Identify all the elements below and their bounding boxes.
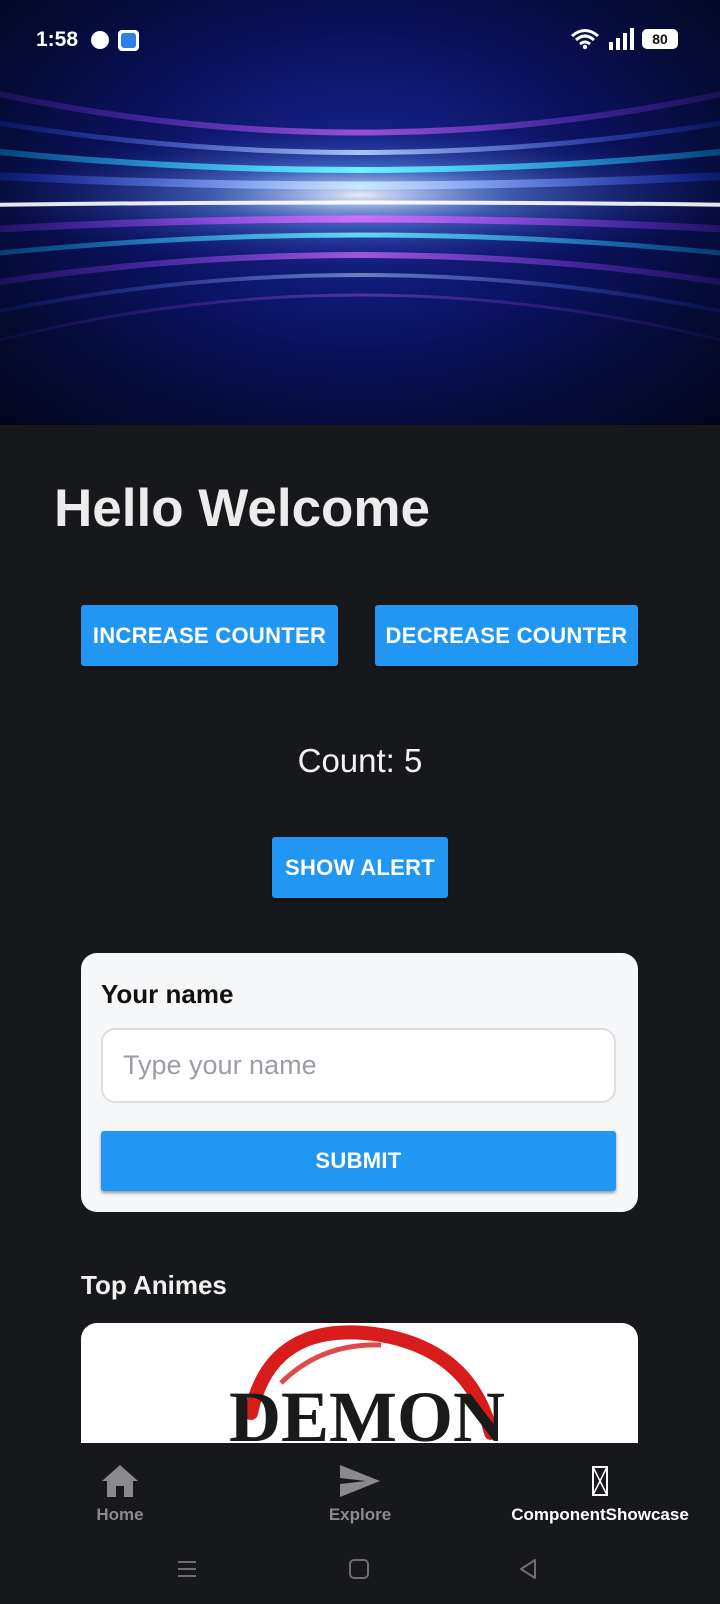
- decrease-counter-button[interactable]: DECREASE COUNTER: [375, 605, 638, 666]
- app-icon: [118, 30, 139, 51]
- home-square-icon[interactable]: [347, 1557, 371, 1581]
- send-icon: [340, 1465, 380, 1497]
- anime-logo-text: DEMON: [229, 1377, 505, 1443]
- status-time: 1:58: [36, 28, 79, 51]
- increase-counter-button[interactable]: INCREASE COUNTER: [81, 605, 338, 666]
- signal-icon: [609, 28, 634, 50]
- home-icon: [102, 1465, 138, 1497]
- tab-componentshowcase-label: ComponentShowcase: [511, 1505, 689, 1524]
- tab-explore[interactable]: Explore: [300, 1445, 420, 1539]
- tab-componentshowcase[interactable]: ComponentShowcase: [510, 1445, 690, 1539]
- battery-icon: 80: [642, 29, 678, 49]
- section-title: Top Animes: [81, 1270, 227, 1300]
- page-title: Hello Welcome: [54, 479, 431, 538]
- tab-home[interactable]: Home: [70, 1445, 170, 1539]
- wifi-icon: [571, 29, 599, 50]
- missing-glyph-icon: [592, 1466, 608, 1496]
- name-label: Your name: [101, 979, 234, 1009]
- tab-explore-label: Explore: [328, 1505, 392, 1524]
- status-right-icons: 80: [570, 28, 678, 50]
- anime-logo-image: DEMON: [229, 1325, 505, 1443]
- tab-home-label: Home: [96, 1505, 144, 1524]
- counter-text: Count: 5: [297, 742, 423, 779]
- name-form-card: Your name SUBMIT: [81, 953, 638, 1212]
- messenger-icon: [91, 31, 109, 49]
- submit-button[interactable]: SUBMIT: [101, 1131, 616, 1191]
- system-navigation-bar: [0, 1539, 720, 1604]
- status-bar: 1:58 80: [0, 0, 720, 82]
- show-alert-button[interactable]: SHOW ALERT: [272, 837, 448, 898]
- name-input[interactable]: [101, 1028, 616, 1103]
- menu-icon[interactable]: [175, 1557, 199, 1581]
- back-icon[interactable]: [516, 1557, 540, 1581]
- bottom-tab-bar: Home Explore ComponentShowcase: [0, 1445, 720, 1539]
- anime-card[interactable]: DEMON: [81, 1323, 638, 1443]
